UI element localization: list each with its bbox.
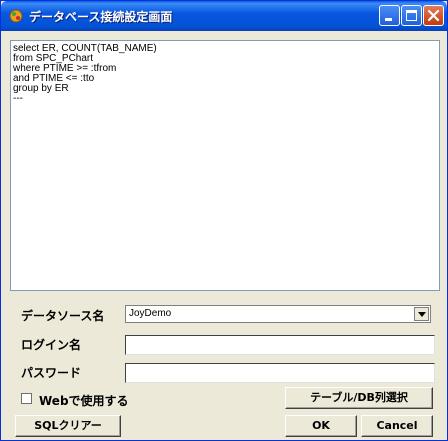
ok-button[interactable]: OK	[285, 415, 357, 437]
datasource-select[interactable]: JoyDemo	[125, 305, 431, 323]
login-field[interactable]	[125, 335, 435, 355]
password-field[interactable]	[125, 363, 435, 383]
password-label: パスワード	[21, 366, 82, 380]
sql-line: and PTIME <= :tto	[13, 73, 95, 84]
sql-clear-button[interactable]: SQLクリアー	[15, 415, 121, 437]
table-db-select-button[interactable]: テーブル/DB列選択	[285, 387, 433, 409]
web-use-label: Webで使用する	[39, 394, 129, 408]
close-button[interactable]	[423, 5, 444, 26]
chevron-down-icon	[418, 312, 426, 317]
web-use-checkbox[interactable]	[21, 393, 32, 404]
datasource-label: データソース名	[21, 309, 105, 323]
minimize-icon	[385, 18, 392, 21]
maximize-icon	[406, 10, 417, 21]
sql-line: group by ER	[13, 83, 69, 94]
login-label: ログイン名	[21, 338, 82, 352]
datasource-value: JoyDemo	[129, 308, 172, 319]
sql-line: ---	[13, 93, 23, 104]
dropdown-arrow-button[interactable]	[414, 307, 429, 321]
minimize-button[interactable]	[379, 5, 400, 26]
window-title: データベース接続設定画面	[29, 10, 173, 24]
close-icon	[427, 9, 440, 22]
maximize-button[interactable]	[401, 5, 422, 26]
sql-editor[interactable]: select ER, COUNT(TAB_NAME) from SPC_PCha…	[10, 40, 440, 291]
title-bar[interactable]: データベース接続設定画面	[1, 1, 447, 31]
cancel-button[interactable]: Cancel	[361, 415, 433, 437]
db-connection-dialog: データベース接続設定画面 select ER, COUNT(TAB_NAME) …	[0, 0, 448, 441]
app-icon	[8, 8, 24, 24]
